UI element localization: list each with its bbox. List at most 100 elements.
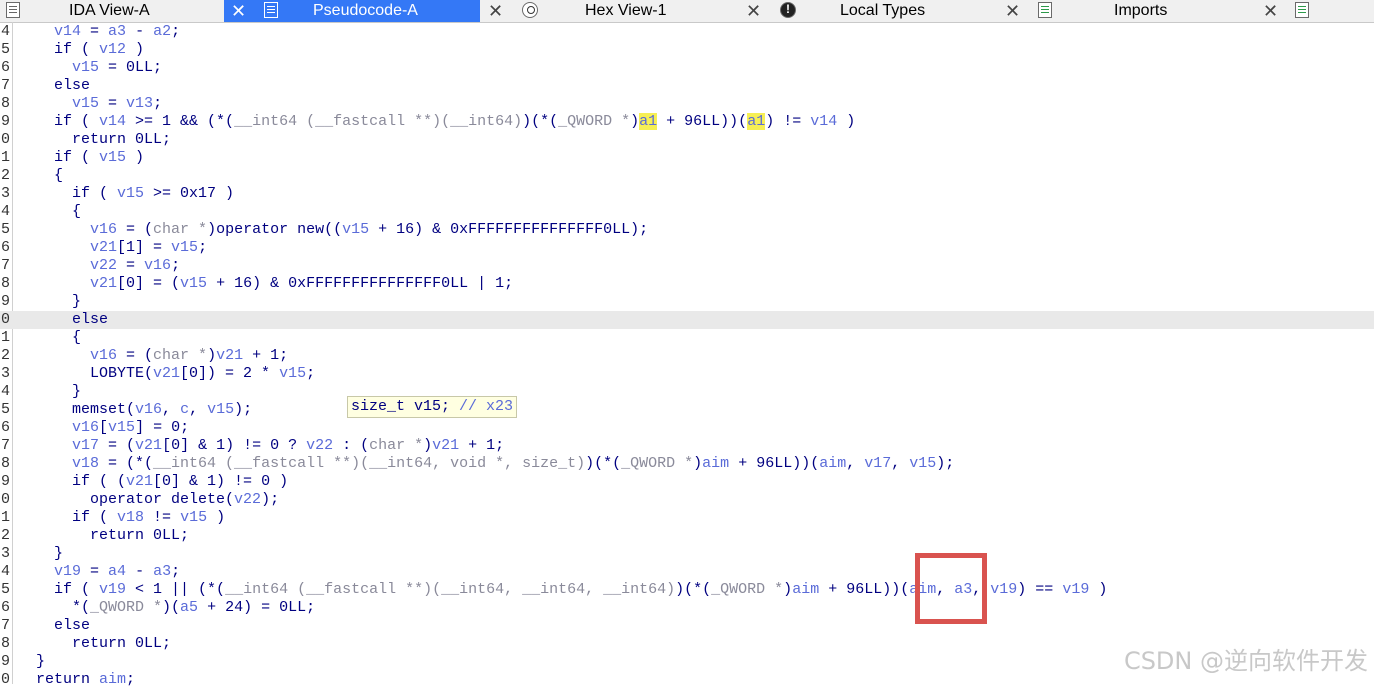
identifier-token[interactable]: c bbox=[180, 401, 189, 418]
code-line[interactable]: 6 v21[1] = v15; bbox=[0, 239, 1374, 257]
identifier-token[interactable]: a1 bbox=[639, 113, 658, 130]
code-line[interactable]: 0 operator delete(v22); bbox=[0, 491, 1374, 509]
identifier-token[interactable]: v18 bbox=[117, 509, 144, 526]
code-line[interactable]: 9 if ( (v21[0] & 1) != 0 ) bbox=[0, 473, 1374, 491]
identifier-token[interactable]: v17 bbox=[864, 455, 891, 472]
code-line[interactable]: 4 v14 = a3 - a2; bbox=[0, 23, 1374, 41]
identifier-token[interactable]: a3 bbox=[108, 23, 126, 40]
identifier-token[interactable]: aim bbox=[99, 671, 126, 688]
code-line[interactable]: 2 v16 = (char *)v21 + 1; bbox=[0, 347, 1374, 365]
identifier-token[interactable]: v15 bbox=[180, 509, 207, 526]
identifier-token[interactable]: aim bbox=[792, 581, 819, 598]
identifier-token[interactable]: v15 bbox=[72, 95, 99, 112]
code-line[interactable]: 7 else bbox=[0, 77, 1374, 95]
close-tab-local-types-icon[interactable]: ✕ bbox=[1005, 0, 1020, 22]
code-line[interactable]: 5 if ( v19 < 1 || (*(__int64 (__fastcall… bbox=[0, 581, 1374, 599]
identifier-token[interactable]: a1 bbox=[747, 113, 766, 130]
identifier-token[interactable]: v15 bbox=[180, 275, 207, 292]
identifier-token[interactable]: v16 bbox=[90, 221, 117, 238]
identifier-token[interactable]: v15 bbox=[99, 149, 126, 166]
code-line[interactable]: 2 { bbox=[0, 167, 1374, 185]
code-line[interactable]: 1 { bbox=[0, 329, 1374, 347]
identifier-token[interactable]: v15 bbox=[171, 239, 198, 256]
code-line[interactable]: 6 *(_QWORD *)(a5 + 24) = 0LL; bbox=[0, 599, 1374, 617]
pseudocode-editor[interactable]: 4 v14 = a3 - a2; 5 if ( v12 ) 6 v15 = 0LL;… bbox=[0, 22, 1374, 688]
code-text: v17 = (v21[0] & 1) != 0 ? v22 : (char *)… bbox=[18, 437, 504, 455]
identifier-token[interactable]: v16 bbox=[135, 401, 162, 418]
code-line[interactable]: 1 if ( v15 ) bbox=[0, 149, 1374, 167]
identifier-token[interactable]: v18 bbox=[72, 455, 99, 472]
tab-ida-view-a[interactable]: IDA View-A bbox=[0, 0, 224, 22]
close-tab-ida-view-a-icon[interactable]: ✕ bbox=[231, 0, 246, 22]
identifier-token[interactable]: v22 bbox=[306, 437, 333, 454]
tab-pseudocode-a[interactable]: ✕ Pseudocode-A bbox=[224, 0, 480, 22]
close-tab-pseudocode-a-icon[interactable]: ✕ bbox=[488, 0, 503, 22]
close-tab-imports-icon[interactable]: ✕ bbox=[1263, 0, 1278, 22]
identifier-token[interactable]: v19 bbox=[1062, 581, 1089, 598]
code-line[interactable]: 3 if ( v15 >= 0x17 ) bbox=[0, 185, 1374, 203]
identifier-token[interactable]: v21 bbox=[216, 347, 243, 364]
identifier-token[interactable]: a5 bbox=[180, 599, 198, 616]
code-line[interactable]: 9 } bbox=[0, 293, 1374, 311]
identifier-token[interactable]: v15 bbox=[108, 419, 135, 436]
close-tab-hex-view-1-icon[interactable]: ✕ bbox=[746, 0, 761, 22]
identifier-token[interactable]: v21 bbox=[135, 437, 162, 454]
code-line[interactable]: 4 } bbox=[0, 383, 1374, 401]
identifier-token[interactable]: v15 bbox=[72, 59, 99, 76]
identifier-token[interactable]: v13 bbox=[126, 95, 153, 112]
code-line[interactable]: 8 v18 = (*(__int64 (__fastcall **)(__int… bbox=[0, 455, 1374, 473]
identifier-token[interactable]: v14 bbox=[99, 113, 126, 130]
identifier-token[interactable]: a4 bbox=[108, 563, 126, 580]
code-line[interactable]: 8 v15 = v13; bbox=[0, 95, 1374, 113]
code-line[interactable]: 7 v22 = v16; bbox=[0, 257, 1374, 275]
identifier-token[interactable]: v15 bbox=[117, 185, 144, 202]
identifier-token[interactable]: v15 bbox=[342, 221, 369, 238]
code-line[interactable]: 6 v15 = 0LL; bbox=[0, 59, 1374, 77]
identifier-token[interactable]: v17 bbox=[72, 437, 99, 454]
identifier-token[interactable]: v19 bbox=[99, 581, 126, 598]
identifier-token[interactable]: v16 bbox=[90, 347, 117, 364]
identifier-token[interactable]: v21 bbox=[432, 437, 459, 454]
identifier-token[interactable]: v22 bbox=[234, 491, 261, 508]
identifier-token[interactable]: aim bbox=[819, 455, 846, 472]
code-line[interactable]: 8 v21[0] = (v15 + 16) & 0xFFFFFFFFFFFFFF… bbox=[0, 275, 1374, 293]
code-line[interactable]: 7 v17 = (v21[0] & 1) != 0 ? v22 : (char … bbox=[0, 437, 1374, 455]
identifier-token[interactable]: v21 bbox=[126, 473, 153, 490]
code-line[interactable]: 5 v16 = (char *)operator new((v15 + 16) … bbox=[0, 221, 1374, 239]
identifier-token[interactable]: v16 bbox=[144, 257, 171, 274]
code-line[interactable]: 4 v19 = a4 - a3; bbox=[0, 563, 1374, 581]
identifier-token[interactable]: v14 bbox=[810, 113, 837, 130]
code-line[interactable]: 2 return 0LL; bbox=[0, 527, 1374, 545]
identifier-token[interactable]: v16 bbox=[72, 419, 99, 436]
identifier-token[interactable]: v21 bbox=[153, 365, 180, 382]
tab-hex-view-1[interactable]: ✕ Hex View-1 bbox=[480, 0, 736, 22]
identifier-token[interactable]: v21 bbox=[90, 239, 117, 256]
code-line[interactable]: 4 { bbox=[0, 203, 1374, 221]
tab-imports[interactable]: ✕ Imports ✕ bbox=[998, 0, 1374, 22]
code-line[interactable]: 0 else bbox=[0, 311, 1374, 329]
code-line[interactable]: 9 if ( v14 >= 1 && (*(__int64 (__fastcal… bbox=[0, 113, 1374, 131]
identifier-token[interactable]: a3 bbox=[153, 563, 171, 580]
code-line[interactable]: 3 LOBYTE(v21[0]) = 2 * v15; bbox=[0, 365, 1374, 383]
code-line[interactable]: 6 v16[v15] = 0; bbox=[0, 419, 1374, 437]
code-line[interactable]: 7 else bbox=[0, 617, 1374, 635]
identifier-token[interactable]: v19 bbox=[54, 563, 81, 580]
line-number-text: 2 bbox=[0, 167, 10, 184]
identifier-token[interactable]: v19 bbox=[990, 581, 1017, 598]
code-line[interactable]: 1 if ( v18 != v15 ) bbox=[0, 509, 1374, 527]
identifier-token[interactable]: aim bbox=[702, 455, 729, 472]
identifier-token[interactable]: v22 bbox=[90, 257, 117, 274]
type-token: char * bbox=[369, 437, 424, 454]
code-line[interactable]: 5 memset(v16, c, v15); bbox=[0, 401, 1374, 419]
code-line[interactable]: 3 } bbox=[0, 545, 1374, 563]
code-line[interactable]: 5 if ( v12 ) bbox=[0, 41, 1374, 59]
tab-local-types[interactable]: ✕ Local Types bbox=[736, 0, 998, 22]
identifier-token[interactable]: v15 bbox=[207, 401, 234, 418]
identifier-token[interactable]: v15 bbox=[909, 455, 936, 472]
identifier-token[interactable]: v14 bbox=[54, 23, 81, 40]
identifier-token[interactable]: v12 bbox=[99, 41, 126, 58]
code-line[interactable]: 0 return 0LL; bbox=[0, 131, 1374, 149]
identifier-token[interactable]: v21 bbox=[90, 275, 117, 292]
identifier-token[interactable]: a2 bbox=[153, 23, 171, 40]
identifier-token[interactable]: v15 bbox=[279, 365, 306, 382]
